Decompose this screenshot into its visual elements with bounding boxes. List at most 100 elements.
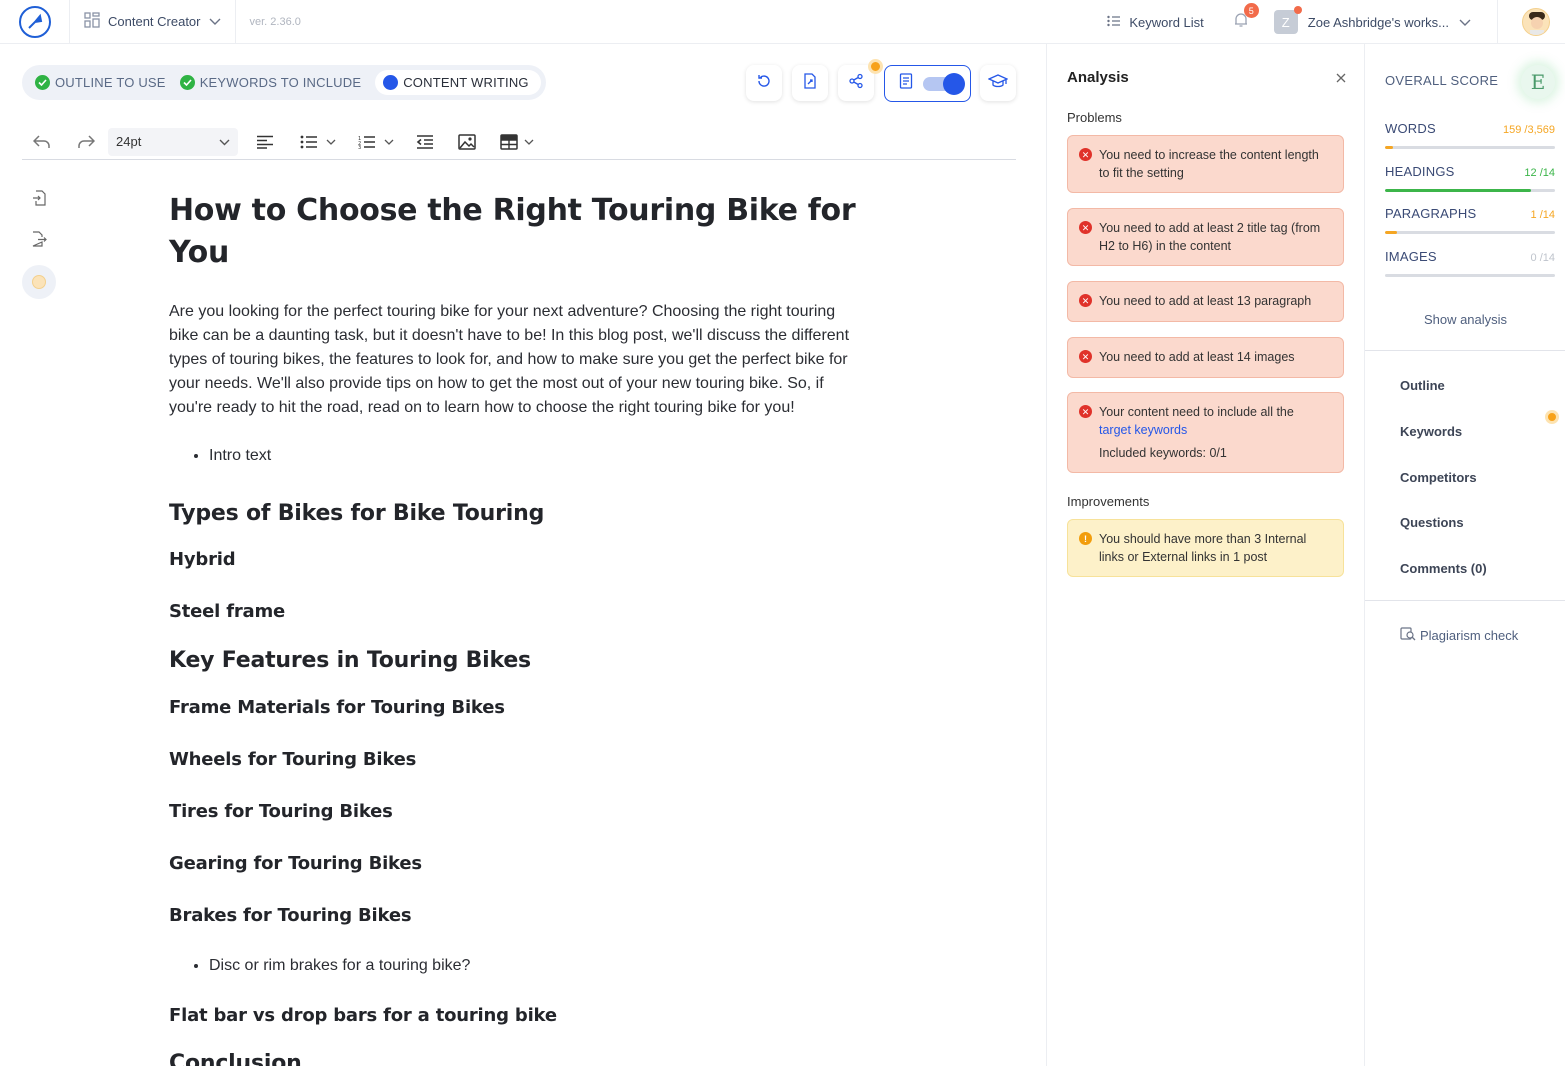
nav-comments[interactable]: Comments (0) <box>1400 561 1487 576</box>
analysis-title: Analysis <box>1067 69 1129 86</box>
font-size-value: 24pt <box>116 134 142 149</box>
import-button[interactable] <box>22 183 56 217</box>
guide-button[interactable] <box>980 65 1016 101</box>
keyword-list-button[interactable]: Keyword List <box>1107 14 1204 30</box>
step-content-writing[interactable]: CONTENT WRITING <box>375 70 541 95</box>
metric-label: IMAGES <box>1385 249 1437 264</box>
document-body[interactable]: How to Choose the Right Touring Bike for… <box>169 190 869 1066</box>
heading-hybrid[interactable]: Hybrid <box>169 549 869 570</box>
heading-conclusion[interactable]: Conclusion <box>169 1051 869 1066</box>
document-title[interactable]: How to Choose the Right Touring Bike for… <box>169 190 869 274</box>
workspace-alert-dot <box>1293 6 1302 14</box>
view-toggle[interactable] <box>884 65 971 102</box>
list-item[interactable]: Intro text <box>209 444 869 468</box>
metric-value: 159 /3,569 <box>1503 124 1555 136</box>
step-keywords[interactable]: KEYWORDS TO INCLUDE <box>179 75 362 90</box>
app-switcher[interactable]: Content Creator <box>70 0 235 44</box>
chevron-down-icon <box>1459 15 1471 30</box>
avatar <box>1521 8 1550 36</box>
user-avatar[interactable] <box>1497 0 1559 44</box>
grid-icon <box>84 12 100 31</box>
view-switch[interactable] <box>923 72 965 95</box>
error-icon: ✕ <box>1079 350 1092 363</box>
history-button[interactable] <box>746 65 782 101</box>
heading-frame-materials[interactable]: Frame Materials for Touring Bikes <box>169 697 869 718</box>
plagiarism-label: Plagiarism check <box>1420 628 1519 643</box>
collaborator-avatar-button[interactable] <box>22 265 56 299</box>
nav-outline[interactable]: Outline <box>1400 378 1445 393</box>
logout-button[interactable] <box>22 224 56 258</box>
metric-progress-bar <box>1385 274 1555 277</box>
numbered-list-icon[interactable]: 123 <box>356 128 396 156</box>
workspace-switcher[interactable]: Z Zoe Ashbridge's works... <box>1273 6 1471 34</box>
show-analysis-link[interactable]: Show analysis <box>1365 312 1565 327</box>
undo-icon[interactable] <box>30 128 54 156</box>
error-icon: ✕ <box>1079 294 1092 307</box>
metric-paragraphs: PARAGRAPHS 1 /14 <box>1385 206 1555 234</box>
error-icon: ✕ <box>1079 405 1092 418</box>
heading-gearing[interactable]: Gearing for Touring Bikes <box>169 853 869 874</box>
improvement-card: ! You should have more than 3 Internal l… <box>1067 519 1344 577</box>
redo-icon[interactable] <box>74 128 98 156</box>
metric-images: IMAGES 0 /14 <box>1385 249 1555 277</box>
heading-tires[interactable]: Tires for Touring Bikes <box>169 801 869 822</box>
logo-icon[interactable] <box>18 5 51 38</box>
nav-keywords[interactable]: Keywords <box>1400 424 1462 439</box>
align-left-icon[interactable] <box>254 128 276 156</box>
import-icon <box>32 189 46 211</box>
workspace-initial: Z <box>1281 14 1290 30</box>
problem-text: You need to add at least 13 paragraph <box>1099 294 1312 308</box>
outdent-icon[interactable] <box>414 128 436 156</box>
target-keywords-link[interactable]: target keywords <box>1099 423 1187 437</box>
workspace-avatar: Z <box>1273 6 1302 34</box>
brakes-list: Disc or rim brakes for a touring bike? <box>209 954 869 978</box>
heading-features[interactable]: Key Features in Touring Bikes <box>169 648 869 673</box>
document-icon <box>899 73 913 94</box>
heading-wheels[interactable]: Wheels for Touring Bikes <box>169 749 869 770</box>
step-outline[interactable]: OUTLINE TO USE <box>35 75 166 90</box>
image-icon[interactable] <box>456 128 478 156</box>
switch-knob <box>943 72 965 95</box>
list-item[interactable]: Disc or rim brakes for a touring bike? <box>209 954 869 978</box>
bullet-list-icon[interactable] <box>298 128 338 156</box>
problem-card: ✕ You need to add at least 14 images <box>1067 337 1344 378</box>
logout-icon <box>31 230 47 252</box>
top-right-area: Keyword List 5 Z Zoe Ashbridge's works..… <box>1107 0 1565 44</box>
notifications-button[interactable]: 5 <box>1230 3 1259 33</box>
svg-text:3: 3 <box>358 145 361 149</box>
list-icon <box>1107 15 1121 30</box>
intro-paragraph[interactable]: Are you looking for the perfect touring … <box>169 300 859 420</box>
heading-bars[interactable]: Flat bar vs drop bars for a touring bike <box>169 1005 869 1026</box>
intro-list: Intro text <box>209 444 869 468</box>
workflow-steps: OUTLINE TO USE KEYWORDS TO INCLUDE CONTE… <box>22 65 546 100</box>
share-button[interactable] <box>838 59 883 101</box>
overall-grade-badge: E <box>1521 65 1555 99</box>
formatting-toolbar: 24pt 123 <box>22 124 1016 160</box>
font-size-select[interactable]: 24pt <box>108 127 238 156</box>
metric-label: HEADINGS <box>1385 164 1455 179</box>
nav-competitors[interactable]: Competitors <box>1400 470 1477 485</box>
keywords-notification-dot <box>1545 410 1559 424</box>
heading-brakes[interactable]: Brakes for Touring Bikes <box>169 905 869 926</box>
step-label: OUTLINE TO USE <box>55 75 166 90</box>
plagiarism-check-button[interactable]: Plagiarism check <box>1400 627 1518 644</box>
table-icon[interactable] <box>498 128 536 156</box>
included-keywords-text: Included keywords: 0/1 <box>1099 446 1227 460</box>
problem-text: You need to increase the content length … <box>1099 148 1319 180</box>
history-icon <box>756 73 772 94</box>
problem-text: You need to add at least 2 title tag (fr… <box>1099 221 1321 253</box>
heading-types[interactable]: Types of Bikes for Bike Touring <box>169 501 869 526</box>
error-icon: ✕ <box>1079 221 1092 234</box>
check-icon <box>179 75 195 90</box>
problems-label: Problems <box>1067 110 1122 125</box>
close-icon[interactable] <box>1336 70 1346 86</box>
keyword-list-label: Keyword List <box>1129 14 1204 30</box>
divider <box>1365 600 1565 601</box>
export-button[interactable] <box>792 65 828 101</box>
problem-card: ✕ You need to add at least 2 title tag (… <box>1067 208 1344 266</box>
metric-value: 0 /14 <box>1530 252 1555 264</box>
heading-steel-frame[interactable]: Steel frame <box>169 601 869 622</box>
step-label: KEYWORDS TO INCLUDE <box>199 75 362 90</box>
nav-questions[interactable]: Questions <box>1400 515 1464 530</box>
metric-progress-bar <box>1385 146 1555 149</box>
